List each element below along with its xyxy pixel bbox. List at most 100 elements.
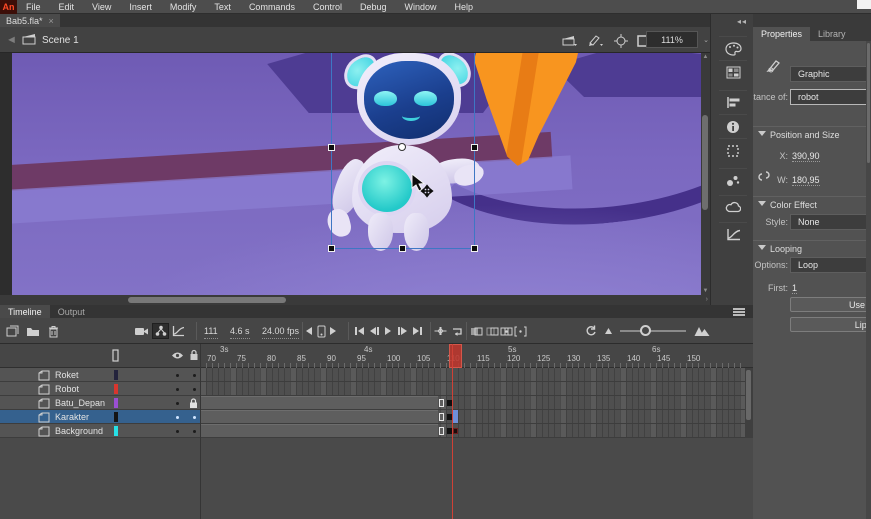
menu-item-view[interactable]: View xyxy=(83,0,120,14)
menu-item-file[interactable]: File xyxy=(17,0,50,14)
show-parenting-view-button[interactable] xyxy=(152,323,169,339)
layer-row-roket[interactable]: Roket xyxy=(0,368,200,382)
timeline-vertical-scrollbar[interactable] xyxy=(745,368,753,438)
modify-markers-button[interactable] xyxy=(514,323,527,339)
layer-row-karakter[interactable]: Karakter xyxy=(0,410,200,424)
info-panel-icon[interactable] xyxy=(719,114,747,138)
menu-item-control[interactable]: Control xyxy=(304,0,351,14)
layer-name[interactable]: Karakter xyxy=(55,412,89,422)
layer-outline-color[interactable] xyxy=(114,412,118,422)
frame-span-end-marker[interactable] xyxy=(439,413,444,421)
close-tab-icon[interactable]: × xyxy=(49,16,54,26)
frames-row-roket[interactable] xyxy=(200,368,745,382)
frames-row-batu-depan[interactable] xyxy=(200,396,745,410)
playhead-marker[interactable] xyxy=(449,344,462,368)
properties-scrollbar[interactable] xyxy=(866,41,871,519)
center-playhead-button[interactable] xyxy=(434,323,447,339)
layer-visibility-dot[interactable] xyxy=(176,416,179,419)
section-looping[interactable]: Looping xyxy=(753,240,871,255)
section-position-and-size[interactable]: Position and Size xyxy=(753,126,871,141)
loop-options-select[interactable]: Loop xyxy=(790,257,871,273)
scroll-down-icon[interactable]: ▼ xyxy=(701,288,710,294)
tab-timeline[interactable]: Timeline xyxy=(0,305,50,318)
first-frame-value[interactable]: 1 xyxy=(792,283,797,294)
back-arrow-icon[interactable]: ◄ xyxy=(6,34,17,46)
document-tab[interactable]: Bab5.fla* × xyxy=(0,14,60,27)
stage-zoom-select[interactable]: 111% xyxy=(646,31,698,48)
step-forward-one-frame-button[interactable] xyxy=(398,323,407,339)
reset-timeline-zoom-button[interactable] xyxy=(585,323,597,339)
go-to-first-frame-button[interactable] xyxy=(355,323,364,339)
selection-handle-mid-left[interactable] xyxy=(328,144,335,151)
layer-outline-color[interactable] xyxy=(114,426,118,436)
w-value[interactable]: 180,95 xyxy=(792,175,820,186)
graph-editor-button[interactable] xyxy=(172,323,185,339)
new-layer-button[interactable] xyxy=(6,323,19,339)
current-frame-field[interactable]: 111 xyxy=(204,323,218,339)
cc-libraries-panel-icon[interactable] xyxy=(719,195,747,219)
layer-visibility-dot[interactable] xyxy=(176,402,179,405)
layer-locked-icon[interactable] xyxy=(189,398,198,409)
instance-name-field[interactable]: robot xyxy=(790,89,871,105)
vertical-scroll-thumb[interactable] xyxy=(702,115,708,210)
layer-frames-divider[interactable] xyxy=(200,344,201,519)
menu-item-modify[interactable]: Modify xyxy=(161,0,206,14)
zoom-out-timeline-icon[interactable] xyxy=(604,323,613,339)
collapse-triangle-icon[interactable] xyxy=(758,245,766,250)
layer-row-background[interactable]: Background xyxy=(0,424,200,438)
layer-outline-color[interactable] xyxy=(114,384,118,394)
menu-item-window[interactable]: Window xyxy=(396,0,446,14)
layer-row-robot[interactable]: Robot xyxy=(0,382,200,396)
color-panel-icon[interactable] xyxy=(719,36,747,60)
layer-name[interactable]: Background xyxy=(55,426,103,436)
layer-outline-color[interactable] xyxy=(114,370,118,380)
go-to-last-frame-button[interactable] xyxy=(413,323,422,339)
scene-name[interactable]: Scene 1 xyxy=(42,35,79,46)
selection-handle-bottom-left[interactable] xyxy=(328,245,335,252)
scroll-up-icon[interactable]: ▲ xyxy=(701,54,710,60)
menu-item-commands[interactable]: Commands xyxy=(240,0,304,14)
timeline-scroll-thumb[interactable] xyxy=(746,370,751,420)
frame-span[interactable] xyxy=(200,396,438,409)
timeline-zoom-slider[interactable] xyxy=(620,330,686,332)
selection-bounding-box[interactable] xyxy=(331,53,475,249)
frames-row-karakter[interactable] xyxy=(200,410,745,424)
show-hide-column-eye-icon[interactable] xyxy=(171,351,184,360)
horizontal-scroll-thumb[interactable] xyxy=(128,297,286,303)
onion-skin-button[interactable] xyxy=(470,323,483,339)
brush-library-panel-icon[interactable] xyxy=(719,168,747,192)
selection-handle-mid-right[interactable] xyxy=(471,144,478,151)
layer-lock-dot[interactable] xyxy=(193,388,196,391)
timeline-ruler[interactable]: 3s4s5s6s 7075808590951001051101151201251… xyxy=(200,344,745,368)
transform-panel-icon[interactable] xyxy=(719,138,747,162)
layer-visibility-dot[interactable] xyxy=(176,374,179,377)
playhead-line[interactable] xyxy=(452,344,453,519)
edit-symbols-button[interactable] xyxy=(586,33,604,48)
motion-editor-panel-icon[interactable] xyxy=(719,222,747,246)
timeline-zoom-knob[interactable] xyxy=(640,325,651,336)
tab-properties[interactable]: Properties xyxy=(753,27,810,41)
layer-name[interactable]: Roket xyxy=(55,370,79,380)
frame-span-end-marker[interactable] xyxy=(439,427,444,435)
loop-playback-button[interactable] xyxy=(450,323,464,339)
center-stage-button[interactable] xyxy=(612,33,630,48)
style-select[interactable]: None xyxy=(790,214,871,230)
outline-view-column-icon[interactable] xyxy=(112,349,119,362)
use-frame-picker-button[interactable]: Use Fra xyxy=(790,297,871,312)
zoom-in-timeline-icon[interactable] xyxy=(694,323,710,339)
menu-item-insert[interactable]: Insert xyxy=(120,0,161,14)
expand-panels-icon[interactable]: ◂◂ xyxy=(737,17,747,26)
layer-lock-dot[interactable] xyxy=(193,430,196,433)
stage-canvas[interactable] xyxy=(12,53,701,295)
layer-lock-dot[interactable] xyxy=(193,416,196,419)
step-back-one-frame-button[interactable] xyxy=(370,323,379,339)
selection-handle-bottom-right[interactable] xyxy=(471,245,478,252)
stage-vertical-scrollbar[interactable]: ▲ ▼ xyxy=(701,53,710,295)
layer-name[interactable]: Batu_Depan xyxy=(55,398,105,408)
frame-span[interactable] xyxy=(200,410,438,423)
add-camera-button[interactable] xyxy=(134,323,149,339)
tab-library[interactable]: Library xyxy=(810,27,854,41)
layer-outline-color[interactable] xyxy=(114,398,118,408)
collapse-triangle-icon[interactable] xyxy=(758,201,766,206)
edit-scene-button[interactable] xyxy=(560,33,578,48)
